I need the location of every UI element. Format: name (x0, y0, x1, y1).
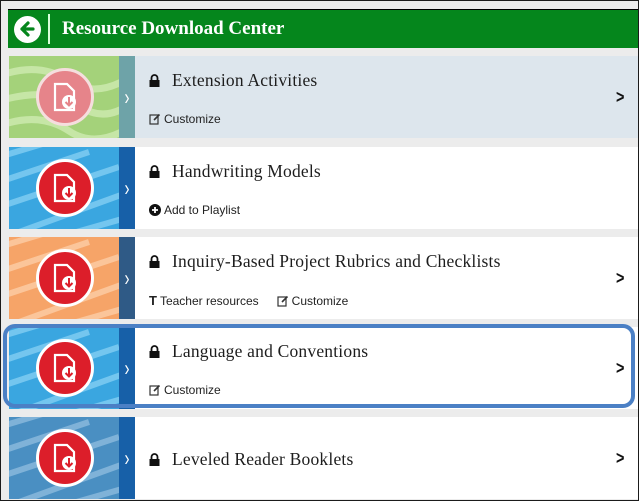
back-button[interactable] (8, 10, 46, 48)
chevron-right-icon[interactable]: > (617, 268, 625, 289)
resource-thumbnail (9, 237, 119, 319)
page-title: Resource Download Center (62, 18, 285, 39)
chevron-right-icon[interactable]: > (617, 87, 625, 108)
lock-icon (149, 165, 160, 178)
resource-row-language-and-conventions[interactable]: › Language and Conventions Customize > (9, 327, 638, 409)
expand-tab[interactable]: › (119, 147, 135, 229)
edit-icon (277, 295, 288, 307)
resource-title[interactable]: Extension Activities (172, 70, 317, 91)
resource-title[interactable]: Handwriting Models (172, 161, 321, 182)
header-bar: Resource Download Center (8, 9, 638, 48)
resource-thumbnail (9, 417, 119, 499)
resource-row-inquiry-based-project-rubrics[interactable]: › Inquiry-Based Project Rubrics and Chec… (9, 237, 638, 319)
edit-icon (149, 113, 161, 125)
resource-thumbnail (9, 56, 119, 138)
add-to-playlist-link[interactable]: Add to Playlist (149, 203, 240, 217)
chevron-right-icon[interactable]: > (617, 358, 625, 379)
lock-icon (149, 345, 160, 358)
resource-thumbnail (9, 327, 119, 409)
resource-title[interactable]: Inquiry-Based Project Rubrics and Checkl… (172, 251, 501, 272)
download-file-icon (36, 68, 94, 126)
lock-icon (149, 453, 160, 466)
download-file-icon (36, 339, 94, 397)
expand-tab[interactable]: › (119, 417, 135, 499)
expand-tab[interactable]: › (119, 56, 135, 138)
customize-link[interactable]: Customize (277, 294, 348, 308)
edit-icon (149, 384, 161, 396)
chevron-right-icon: › (124, 175, 130, 201)
resource-title[interactable]: Leveled Reader Booklets (172, 449, 353, 470)
download-file-icon (36, 429, 94, 487)
lock-icon (149, 255, 160, 268)
lock-icon (149, 74, 160, 87)
chevron-right-icon: › (124, 355, 130, 381)
resource-row-leveled-reader-booklets[interactable]: › Leveled Reader Booklets > (9, 417, 638, 499)
resource-title[interactable]: Language and Conventions (172, 341, 368, 362)
chevron-right-icon[interactable]: > (617, 448, 625, 469)
text-icon: T (149, 293, 157, 308)
plus-circle-icon (149, 204, 161, 216)
arrow-left-circle-icon (13, 15, 41, 43)
download-file-icon (36, 249, 94, 307)
expand-tab[interactable]: › (119, 327, 135, 409)
chevron-right-icon: › (124, 445, 130, 471)
resource-row-extension-activities[interactable]: › Extension Activities Customize > (9, 56, 638, 138)
chevron-right-icon: › (124, 265, 130, 291)
expand-tab[interactable]: › (119, 237, 135, 319)
customize-link[interactable]: Customize (149, 112, 221, 126)
header-divider (48, 14, 50, 44)
app-frame: Resource Download Center › Extension Act… (0, 0, 639, 501)
customize-link[interactable]: Customize (149, 383, 221, 397)
resource-row-handwriting-models[interactable]: › Handwriting Models Add to Playlist (9, 147, 638, 229)
download-file-icon (36, 159, 94, 217)
resource-thumbnail (9, 147, 119, 229)
chevron-right-icon: › (124, 84, 130, 110)
teacher-resources-link[interactable]: T Teacher resources (149, 293, 259, 308)
